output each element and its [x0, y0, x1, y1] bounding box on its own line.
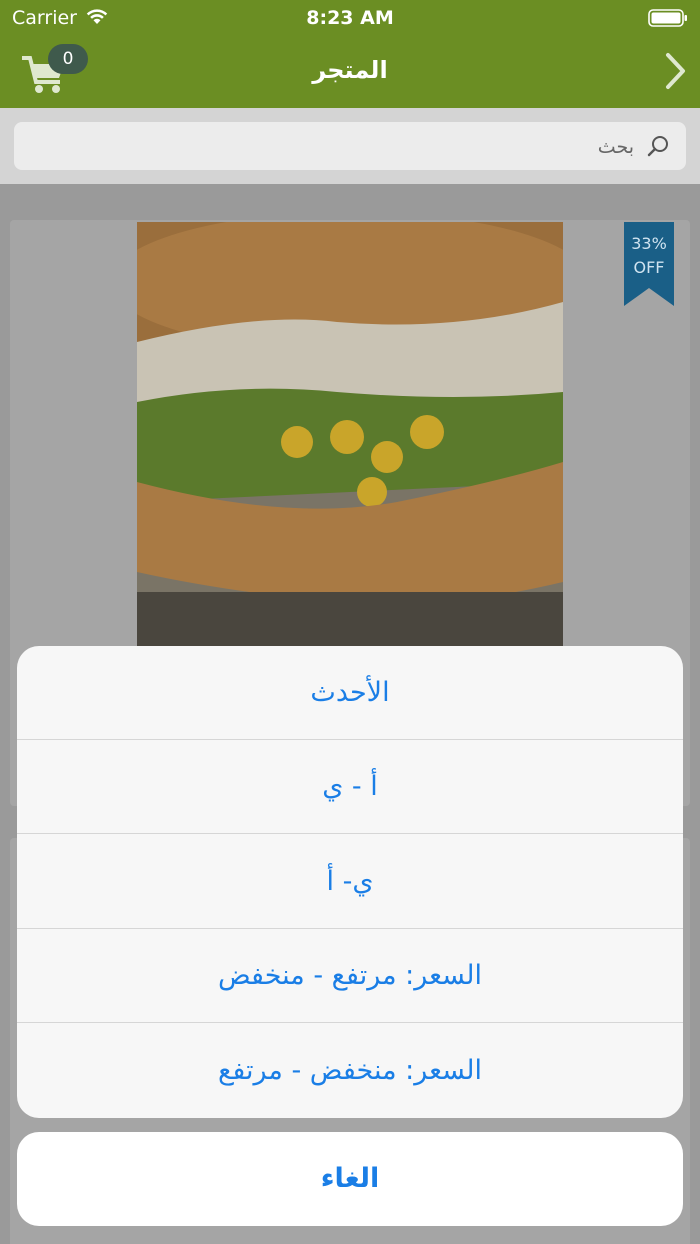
- sort-option-price-high-low[interactable]: السعر: مرتفع - منخفض: [17, 929, 683, 1023]
- sort-option-a-to-z[interactable]: أ - ي: [17, 740, 683, 834]
- sale-percent: 33%: [631, 234, 667, 253]
- search-input[interactable]: [14, 122, 686, 170]
- search-bar: بحث: [0, 108, 700, 184]
- sort-options-sheet: الأحدث أ - ي ي- أ السعر: مرتفع - منخفض ا…: [17, 646, 683, 1118]
- sort-option-newest[interactable]: الأحدث: [17, 646, 683, 740]
- battery-icon: [648, 9, 687, 27]
- status-bar: Carrier 8:23 AM: [0, 0, 700, 36]
- page-title: المتجر: [312, 56, 388, 84]
- nav-bar: 0 المتجر: [0, 36, 700, 108]
- status-time: 8:23 AM: [306, 7, 394, 29]
- search-icon: [647, 136, 668, 157]
- product-image[interactable]: [137, 222, 563, 652]
- cancel-button[interactable]: الغاء: [17, 1132, 683, 1226]
- sort-option-z-to-a[interactable]: ي- أ: [17, 835, 683, 929]
- sale-badge: 33% OFF: [624, 232, 674, 280]
- sort-option-price-low-high[interactable]: السعر: منخفض - مرتفع: [17, 1024, 683, 1118]
- chevron-right-icon[interactable]: [664, 52, 686, 90]
- sale-off-label: OFF: [633, 258, 665, 277]
- search-placeholder: بحث: [597, 136, 634, 158]
